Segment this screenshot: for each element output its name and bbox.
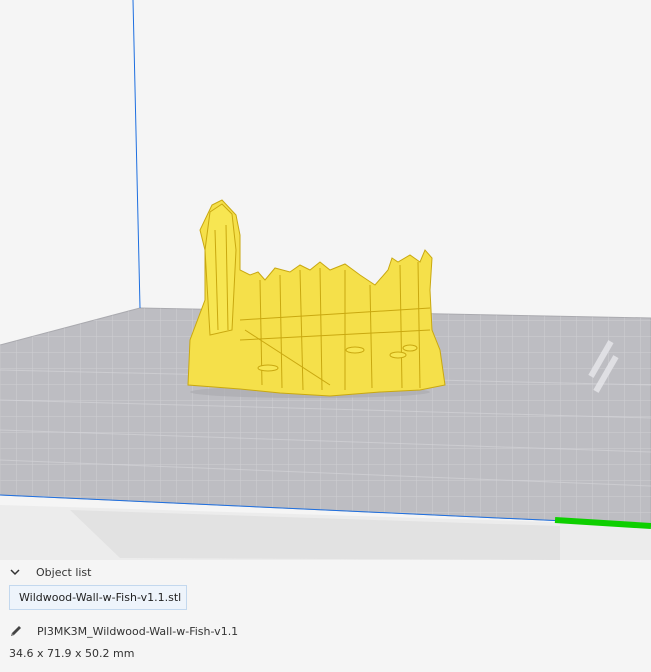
object-list-item-label: Wildwood-Wall-w-Fish-v1.1.stl xyxy=(19,591,182,604)
chevron-down-icon xyxy=(10,569,20,576)
object-list-title: Object list xyxy=(36,565,92,579)
job-name: PI3MK3M_Wildwood-Wall-w-Fish-v1.1 xyxy=(37,624,239,638)
object-list-header[interactable]: Object list xyxy=(8,562,91,582)
3d-viewport[interactable] xyxy=(0,0,651,560)
object-list-item[interactable]: Wildwood-Wall-w-Fish-v1.1.stl xyxy=(9,585,187,610)
pencil-icon[interactable] xyxy=(9,624,23,638)
job-name-row[interactable]: PI3MK3M_Wildwood-Wall-w-Fish-v1.1 xyxy=(9,622,238,640)
model-dimensions: 34.6 x 71.9 x 50.2 mm xyxy=(9,647,135,660)
